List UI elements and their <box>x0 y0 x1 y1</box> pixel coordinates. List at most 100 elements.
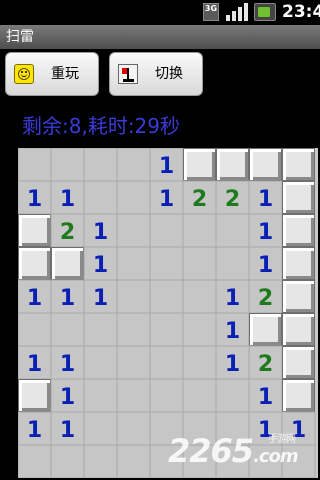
revealed-cell[interactable] <box>182 279 217 314</box>
revealed-cell[interactable] <box>182 213 217 248</box>
restart-button[interactable]: 重玩 <box>5 52 99 96</box>
revealed-cell[interactable] <box>116 213 151 248</box>
hidden-cell[interactable] <box>282 313 315 346</box>
revealed-cell[interactable]: 1 <box>248 246 283 281</box>
revealed-cell[interactable]: 1 <box>248 411 283 446</box>
hidden-cell[interactable] <box>18 247 51 280</box>
revealed-cell[interactable] <box>116 279 151 314</box>
cell-number: 1 <box>60 286 75 311</box>
revealed-cell[interactable]: 2 <box>182 180 217 215</box>
revealed-cell[interactable] <box>182 312 217 347</box>
revealed-cell[interactable]: 1 <box>18 345 52 380</box>
revealed-cell[interactable] <box>149 378 184 413</box>
revealed-cell[interactable] <box>116 444 151 478</box>
revealed-cell[interactable] <box>116 180 151 215</box>
revealed-cell[interactable] <box>50 148 85 182</box>
hidden-cell[interactable] <box>282 280 315 313</box>
revealed-cell[interactable] <box>215 213 250 248</box>
hidden-cell[interactable] <box>216 148 249 181</box>
revealed-cell[interactable] <box>215 378 250 413</box>
revealed-cell[interactable]: 1 <box>248 180 283 215</box>
revealed-cell[interactable] <box>116 312 151 347</box>
revealed-cell[interactable] <box>83 345 118 380</box>
hidden-cell[interactable] <box>282 148 315 181</box>
revealed-cell[interactable]: 1 <box>50 411 85 446</box>
minefield-board[interactable]: 1111221211111111211112111111 <box>18 148 318 478</box>
revealed-cell[interactable] <box>215 444 250 478</box>
revealed-cell[interactable] <box>248 444 283 478</box>
revealed-cell[interactable] <box>116 345 151 380</box>
switch-button[interactable]: 切换 <box>109 52 203 96</box>
revealed-cell[interactable] <box>116 411 151 446</box>
revealed-cell[interactable]: 1 <box>248 378 283 413</box>
revealed-cell[interactable]: 2 <box>50 213 85 248</box>
revealed-cell[interactable]: 1 <box>215 312 250 347</box>
hidden-cell[interactable] <box>183 148 216 181</box>
revealed-cell[interactable] <box>149 411 184 446</box>
revealed-cell[interactable]: 1 <box>215 279 250 314</box>
revealed-cell[interactable] <box>281 444 316 478</box>
revealed-cell[interactable] <box>83 378 118 413</box>
game-status-text: 剩余:8,耗时:29秒 <box>22 114 181 138</box>
revealed-cell[interactable] <box>116 378 151 413</box>
revealed-cell[interactable] <box>149 246 184 281</box>
status-clock: 23:49 <box>282 2 320 22</box>
revealed-cell[interactable]: 2 <box>248 345 283 380</box>
revealed-cell[interactable]: 1 <box>50 180 85 215</box>
revealed-cell[interactable]: 1 <box>50 345 85 380</box>
revealed-cell[interactable] <box>18 148 52 182</box>
revealed-cell[interactable]: 1 <box>18 180 52 215</box>
hidden-cell[interactable] <box>282 214 315 247</box>
revealed-cell[interactable] <box>149 213 184 248</box>
revealed-cell[interactable]: 1 <box>50 378 85 413</box>
revealed-cell[interactable] <box>182 378 217 413</box>
revealed-cell[interactable] <box>215 411 250 446</box>
cell-number: 1 <box>27 286 42 311</box>
revealed-cell[interactable] <box>83 180 118 215</box>
hidden-cell[interactable] <box>249 148 282 181</box>
cell-number: 1 <box>159 154 174 179</box>
revealed-cell[interactable] <box>215 246 250 281</box>
revealed-cell[interactable] <box>149 444 184 478</box>
revealed-cell[interactable] <box>83 148 118 182</box>
revealed-cell[interactable] <box>83 312 118 347</box>
revealed-cell[interactable]: 1 <box>215 345 250 380</box>
revealed-cell[interactable] <box>50 312 85 347</box>
revealed-cell[interactable] <box>116 148 151 182</box>
revealed-cell[interactable] <box>50 444 85 478</box>
revealed-cell[interactable] <box>116 246 151 281</box>
revealed-cell[interactable]: 1 <box>149 180 184 215</box>
revealed-cell[interactable] <box>182 246 217 281</box>
hidden-cell[interactable] <box>282 346 315 379</box>
smiley-face-icon <box>14 64 34 84</box>
revealed-cell[interactable]: 1 <box>83 279 118 314</box>
revealed-cell[interactable]: 1 <box>83 246 118 281</box>
revealed-cell[interactable]: 2 <box>215 180 250 215</box>
revealed-cell[interactable] <box>83 411 118 446</box>
hidden-cell[interactable] <box>18 214 51 247</box>
revealed-cell[interactable]: 1 <box>149 148 184 182</box>
hidden-cell[interactable] <box>51 247 84 280</box>
hidden-cell[interactable] <box>18 379 51 412</box>
revealed-cell[interactable]: 1 <box>281 411 316 446</box>
revealed-cell[interactable]: 2 <box>248 279 283 314</box>
revealed-cell[interactable]: 1 <box>50 279 85 314</box>
revealed-cell[interactable] <box>149 345 184 380</box>
revealed-cell[interactable]: 1 <box>83 213 118 248</box>
revealed-cell[interactable] <box>182 411 217 446</box>
hidden-cell[interactable] <box>249 313 282 346</box>
cell-number: 1 <box>93 286 108 311</box>
revealed-cell[interactable] <box>149 312 184 347</box>
revealed-cell[interactable] <box>83 444 118 478</box>
hidden-cell[interactable] <box>282 379 315 412</box>
revealed-cell[interactable]: 1 <box>18 411 52 446</box>
revealed-cell[interactable] <box>182 345 217 380</box>
hidden-cell[interactable] <box>282 181 315 214</box>
revealed-cell[interactable] <box>182 444 217 478</box>
revealed-cell[interactable] <box>149 279 184 314</box>
revealed-cell[interactable]: 1 <box>18 279 52 314</box>
revealed-cell[interactable] <box>18 312 52 347</box>
revealed-cell[interactable] <box>18 444 52 478</box>
revealed-cell[interactable]: 1 <box>248 213 283 248</box>
hidden-cell[interactable] <box>282 247 315 280</box>
